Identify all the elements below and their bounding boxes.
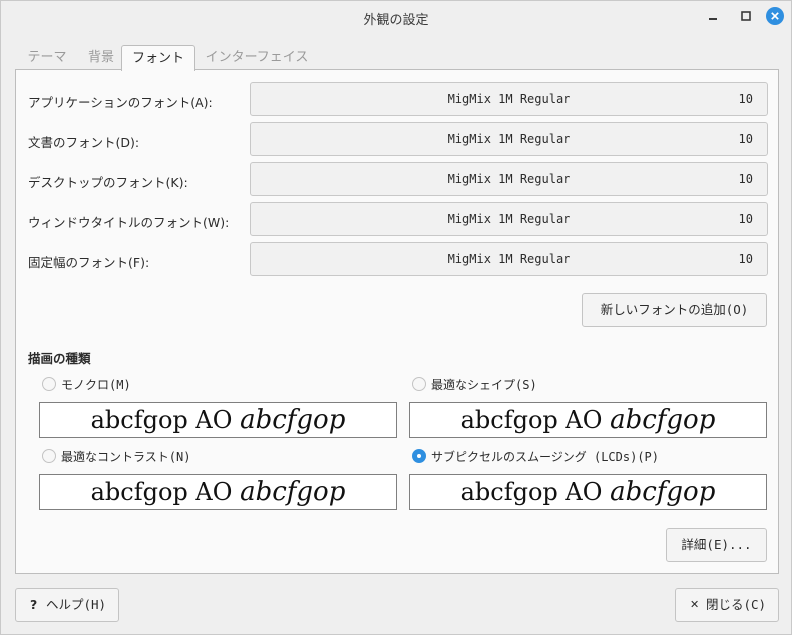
close-icon: ✕ — [690, 598, 700, 611]
close-window-button[interactable] — [766, 7, 784, 25]
preview-italic-text: abcfgop — [240, 405, 346, 435]
radio-label: 最適なコントラスト(N) — [61, 450, 191, 464]
font-size: 10 — [738, 172, 753, 186]
appearance-settings-window: 外観の設定 テーマ 背景 フォント インターフェイス アプリケーションのフォント… — [0, 0, 792, 635]
minimize-icon — [709, 18, 717, 20]
preview-regular-text: abcfgop AO — [460, 478, 603, 506]
maximize-button[interactable] — [737, 7, 755, 25]
document-font-label: 文書のフォント(D): — [28, 135, 140, 150]
radio-indicator — [412, 449, 426, 463]
maximize-icon — [741, 11, 751, 21]
subpixel-smoothing-preview: abcfgop AO abcfgop — [409, 474, 767, 510]
monospace-font-button[interactable]: MigMix 1M Regular 10 — [250, 242, 768, 276]
font-name: MigMix 1M Regular — [447, 212, 571, 226]
radio-monochrome[interactable]: モノクロ(M) — [42, 375, 242, 393]
preview-regular-text: abcfgop AO — [90, 406, 233, 434]
application-font-button[interactable]: MigMix 1M Regular 10 — [250, 82, 768, 116]
preview-italic-text: abcfgop — [610, 405, 716, 435]
best-shapes-preview: abcfgop AO abcfgop — [409, 402, 767, 438]
preview-italic-text: abcfgop — [240, 477, 346, 507]
tab-interface[interactable]: インターフェイス — [198, 45, 316, 70]
details-button[interactable]: 詳細(E)... — [666, 528, 767, 562]
window-title-font-label: ウィンドウタイトルのフォント(W): — [28, 215, 230, 230]
radio-label: モノクロ(M) — [61, 378, 131, 392]
window-title-font-button[interactable]: MigMix 1M Regular 10 — [250, 202, 768, 236]
font-name: MigMix 1M Regular — [447, 132, 571, 146]
font-size: 10 — [738, 252, 753, 266]
application-font-label: アプリケーションのフォント(A): — [28, 95, 213, 110]
preview-regular-text: abcfgop AO — [90, 478, 233, 506]
help-icon: ? — [30, 597, 38, 612]
radio-best-contrast[interactable]: 最適なコントラスト(N) — [42, 447, 292, 465]
close-icon — [766, 7, 784, 25]
minimize-button[interactable] — [704, 7, 722, 25]
close-button[interactable]: ✕ 閉じる(C) — [675, 588, 779, 622]
help-button-label: ヘルプ(H) — [46, 597, 107, 612]
fonts-panel: アプリケーションのフォント(A): MigMix 1M Regular 10 文… — [15, 69, 779, 574]
tab-theme[interactable]: テーマ — [15, 45, 79, 70]
font-name: MigMix 1M Regular — [447, 172, 571, 186]
radio-indicator — [412, 377, 426, 391]
font-name: MigMix 1M Regular — [447, 92, 571, 106]
title-bar[interactable]: 外観の設定 — [1, 1, 791, 32]
window-title: 外観の設定 — [363, 13, 429, 28]
help-button[interactable]: ? ヘルプ(H) — [15, 588, 119, 622]
document-font-button[interactable]: MigMix 1M Regular 10 — [250, 122, 768, 156]
preview-regular-text: abcfgop AO — [460, 406, 603, 434]
radio-best-shapes[interactable]: 最適なシェイプ(S) — [412, 375, 612, 393]
radio-indicator — [42, 377, 56, 391]
desktop-font-label: デスクトップのフォント(K): — [28, 175, 188, 190]
tab-background[interactable]: 背景 — [79, 45, 123, 70]
tab-fonts[interactable]: フォント — [121, 45, 195, 71]
radio-subpixel-smoothing[interactable]: サブピクセルのスムージング (LCDs)(P) — [412, 447, 732, 465]
font-size: 10 — [738, 132, 753, 146]
font-size: 10 — [738, 212, 753, 226]
monospace-font-label: 固定幅のフォント(F): — [28, 255, 150, 270]
desktop-font-button[interactable]: MigMix 1M Regular 10 — [250, 162, 768, 196]
font-name: MigMix 1M Regular — [447, 252, 571, 266]
radio-label: 最適なシェイプ(S) — [431, 378, 537, 392]
monochrome-preview: abcfgop AO abcfgop — [39, 402, 397, 438]
font-size: 10 — [738, 92, 753, 106]
preview-italic-text: abcfgop — [610, 477, 716, 507]
add-font-button[interactable]: 新しいフォントの追加(O) — [582, 293, 767, 327]
rendering-section-title: 描画の種類 — [28, 351, 91, 366]
close-button-label: 閉じる(C) — [706, 597, 767, 612]
best-contrast-preview: abcfgop AO abcfgop — [39, 474, 397, 510]
radio-label: サブピクセルのスムージング (LCDs)(P) — [431, 450, 660, 464]
radio-indicator — [42, 449, 56, 463]
